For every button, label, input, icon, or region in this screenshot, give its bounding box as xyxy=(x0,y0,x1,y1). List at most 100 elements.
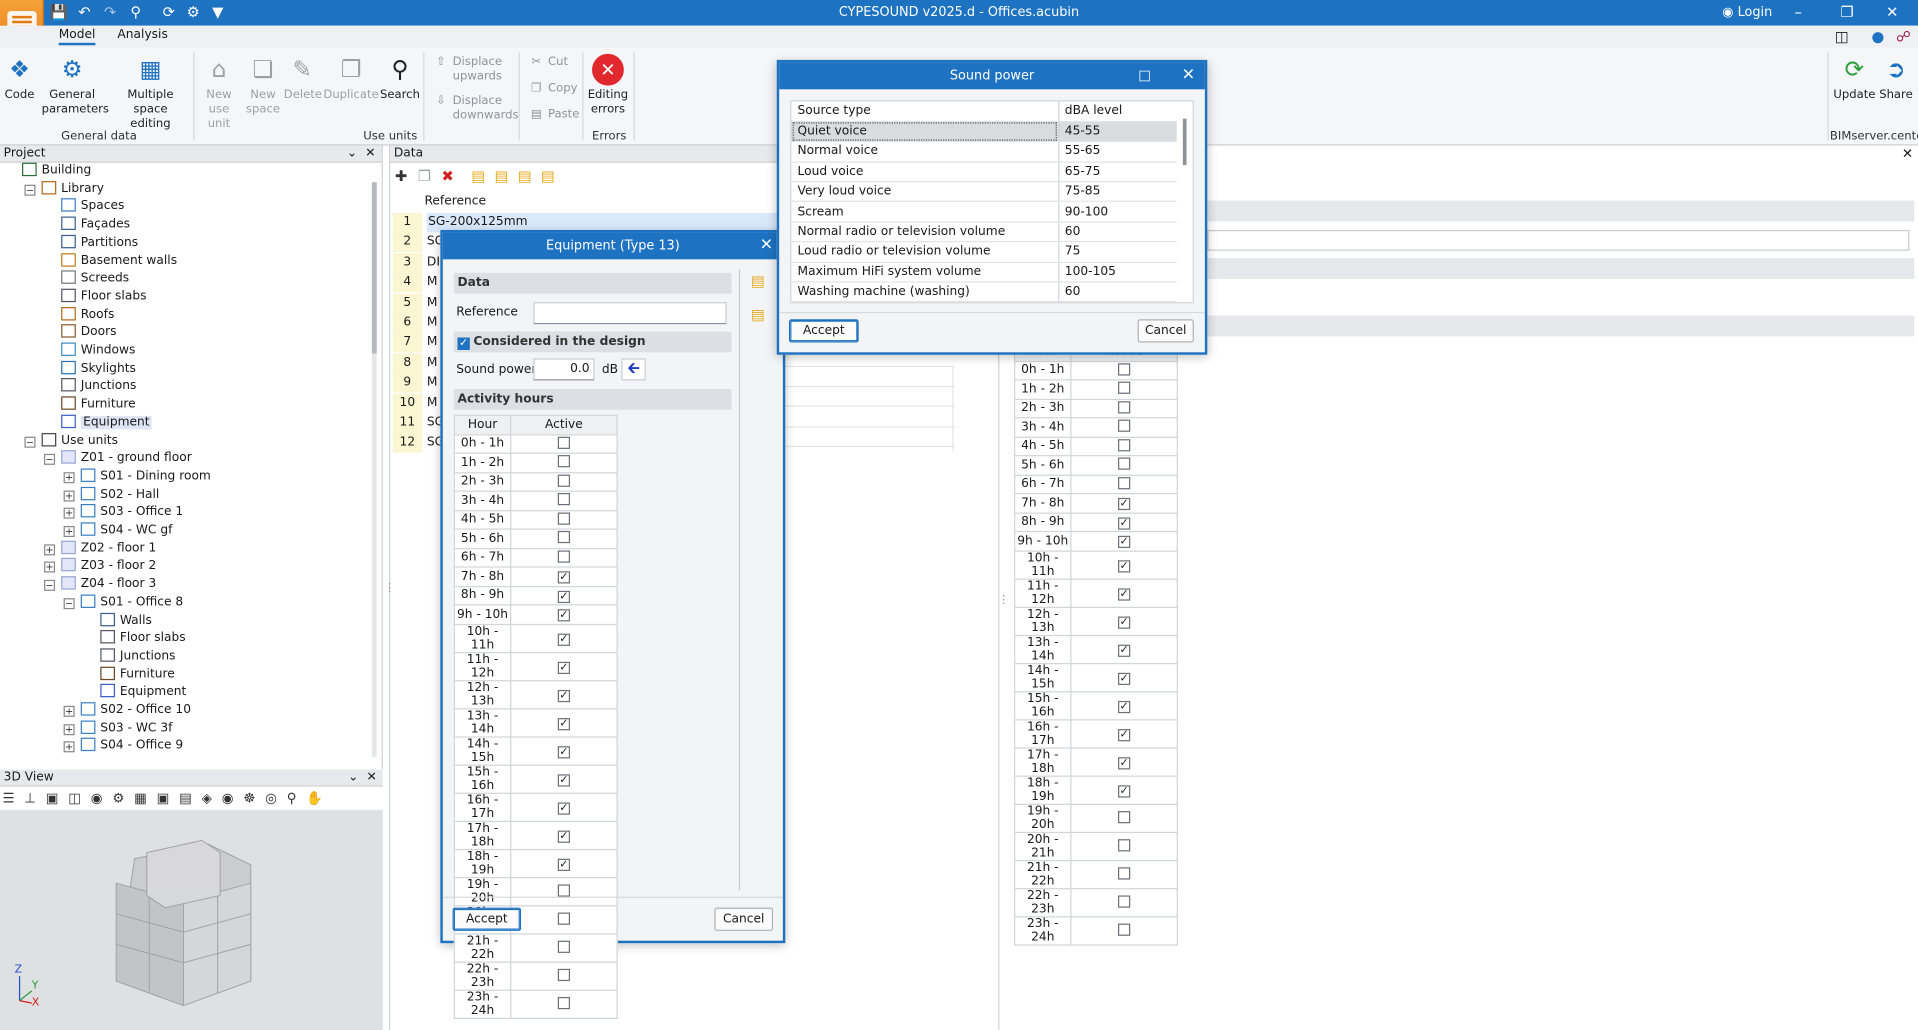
table-row[interactable]: M xyxy=(427,373,438,393)
active-checkbox[interactable]: ✓ xyxy=(1118,498,1131,511)
table-row[interactable]: M xyxy=(427,353,438,373)
tree-item[interactable]: S04 - Office 9 xyxy=(80,738,183,755)
active-checkbox[interactable] xyxy=(557,940,571,953)
active-checkbox[interactable]: ✓ xyxy=(557,689,571,702)
active-checkbox[interactable] xyxy=(1118,400,1131,414)
active-checkbox[interactable]: ✓ xyxy=(557,829,571,843)
tree-item[interactable]: Spaces xyxy=(61,198,124,216)
active-checkbox[interactable]: ✓ xyxy=(1118,700,1131,713)
list-item[interactable]: Washing machine (washing) 60 xyxy=(791,281,1177,303)
close-icon[interactable]: ✕ xyxy=(366,769,376,786)
tree-expander[interactable]: + xyxy=(63,508,75,520)
tree-expander[interactable]: + xyxy=(63,741,75,753)
tree-item[interactable]: Roofs xyxy=(61,306,114,324)
tree-expander[interactable]: + xyxy=(44,561,56,573)
tree-expander[interactable]: + xyxy=(63,472,75,484)
folder-save-icon[interactable]: ▤ xyxy=(751,306,765,323)
folder-open-icon[interactable]: ▤ xyxy=(751,273,765,290)
active-checkbox[interactable] xyxy=(1118,838,1131,851)
active-checkbox[interactable]: ✓ xyxy=(1118,728,1131,741)
displace-downwards-button[interactable]: ⇩ Displace downwards xyxy=(433,94,518,123)
tree-item[interactable]: Library xyxy=(41,180,104,198)
row-number[interactable]: 2 xyxy=(392,232,423,253)
list-item[interactable]: Very loud voice 75-85 xyxy=(791,181,1177,203)
tree-expander[interactable]: − xyxy=(24,436,36,448)
duplicate-button[interactable]: ❐ Duplicate xyxy=(323,54,379,103)
close-icon[interactable]: ✕ xyxy=(1902,146,1913,162)
copy-icon[interactable]: ❐ xyxy=(416,168,433,185)
considered-checkbox[interactable]: ✓ xyxy=(457,337,470,350)
dropdown-arrow-icon[interactable]: ▼ xyxy=(208,4,228,22)
active-checkbox[interactable] xyxy=(557,550,571,563)
row-number[interactable]: 11 xyxy=(392,413,423,434)
general-parameters-button[interactable]: ⚙ General parameters xyxy=(42,54,109,118)
accept-button[interactable]: Accept xyxy=(788,319,859,343)
minimize-button[interactable]: – xyxy=(1780,2,1817,23)
folder-settings-icon[interactable]: ▤ xyxy=(539,168,556,185)
cancel-button[interactable]: Cancel xyxy=(1137,319,1194,343)
row-number[interactable]: 8 xyxy=(392,353,423,373)
active-checkbox[interactable]: ✓ xyxy=(557,773,571,786)
splitter-handle[interactable]: ⋮ xyxy=(384,582,395,594)
tree-item[interactable]: Façades xyxy=(61,216,130,234)
tree-item[interactable]: S01 - Dining room xyxy=(80,468,211,485)
active-checkbox[interactable]: ✓ xyxy=(1118,559,1131,572)
active-checkbox[interactable]: ✓ xyxy=(557,661,571,674)
table-row[interactable]: M xyxy=(427,333,438,353)
row-number[interactable]: 12 xyxy=(392,433,423,454)
reference-input[interactable] xyxy=(533,302,727,325)
row-number[interactable]: 3 xyxy=(392,252,423,273)
tree-item[interactable]: Z01 - ground floor xyxy=(61,450,192,467)
accept-button[interactable]: Accept xyxy=(452,907,522,931)
active-checkbox[interactable]: ✓ xyxy=(557,633,571,646)
active-checkbox[interactable]: ✓ xyxy=(557,745,571,758)
active-checkbox[interactable]: ✓ xyxy=(1118,587,1131,601)
tree-item[interactable]: Junctions xyxy=(100,648,176,665)
sound-power-input[interactable]: 0.0 xyxy=(533,358,595,381)
tab-analysis[interactable]: Analysis xyxy=(117,28,167,41)
tab-model[interactable]: Model xyxy=(58,28,96,46)
tree-expander[interactable]: − xyxy=(24,184,36,196)
row-number[interactable]: 4 xyxy=(392,273,423,293)
login-link[interactable]: ◉ Login xyxy=(1722,5,1772,20)
update-button[interactable]: ⟳ Update xyxy=(1832,54,1876,103)
close-icon[interactable]: ✕ xyxy=(760,232,773,259)
search-icon[interactable]: ⚲ xyxy=(126,4,146,22)
active-checkbox[interactable]: ✓ xyxy=(557,609,571,622)
right-input-field[interactable] xyxy=(1207,229,1910,251)
tree-item[interactable]: S01 - Office 8 xyxy=(80,594,183,611)
active-checkbox[interactable] xyxy=(557,512,571,525)
list-item[interactable]: Normal voice 55-65 xyxy=(791,141,1177,163)
list-item[interactable]: Loud voice 65-75 xyxy=(791,161,1177,183)
active-checkbox[interactable] xyxy=(1118,363,1131,376)
active-checkbox[interactable] xyxy=(1118,381,1131,395)
tree-item[interactable]: Junctions xyxy=(61,378,136,395)
new-use-unit-button[interactable]: ⌂ New use unit xyxy=(196,54,242,132)
table-row[interactable]: M xyxy=(427,273,438,293)
delete-icon[interactable]: ✖ xyxy=(439,168,456,185)
tree-item[interactable]: S02 - Office 10 xyxy=(80,702,191,719)
active-checkbox[interactable] xyxy=(1118,457,1131,471)
active-checkbox[interactable]: ✓ xyxy=(557,717,571,730)
tree-expander[interactable]: − xyxy=(63,597,75,609)
sound-power-lookup-button[interactable]: 🡰 xyxy=(621,358,646,381)
splitter-handle[interactable]: ⋮ xyxy=(998,595,1009,607)
tree-item[interactable]: Doors xyxy=(61,324,117,342)
tree-expander[interactable]: − xyxy=(44,454,56,466)
folder-export-icon[interactable]: ▤ xyxy=(516,168,533,185)
active-checkbox[interactable]: ✓ xyxy=(557,801,571,815)
active-checkbox[interactable] xyxy=(1118,419,1131,433)
tree-item[interactable]: Partitions xyxy=(61,234,138,252)
tree-item[interactable]: Z02 - floor 1 xyxy=(61,540,156,557)
active-checkbox[interactable] xyxy=(557,493,571,506)
active-checkbox[interactable]: ✓ xyxy=(1118,517,1131,530)
tree-item[interactable]: Use units xyxy=(41,432,118,449)
new-space-button[interactable]: ❏ New space xyxy=(242,54,284,118)
copy-button[interactable]: ❐ Copy xyxy=(528,82,577,97)
active-checkbox[interactable]: ✓ xyxy=(1118,672,1131,685)
active-checkbox[interactable] xyxy=(1118,866,1131,879)
tree-item[interactable]: Floor slabs xyxy=(61,288,146,306)
table-row[interactable]: M xyxy=(427,313,438,333)
table-row[interactable]: DI xyxy=(427,253,440,273)
add-icon[interactable]: ✚ xyxy=(393,168,410,185)
